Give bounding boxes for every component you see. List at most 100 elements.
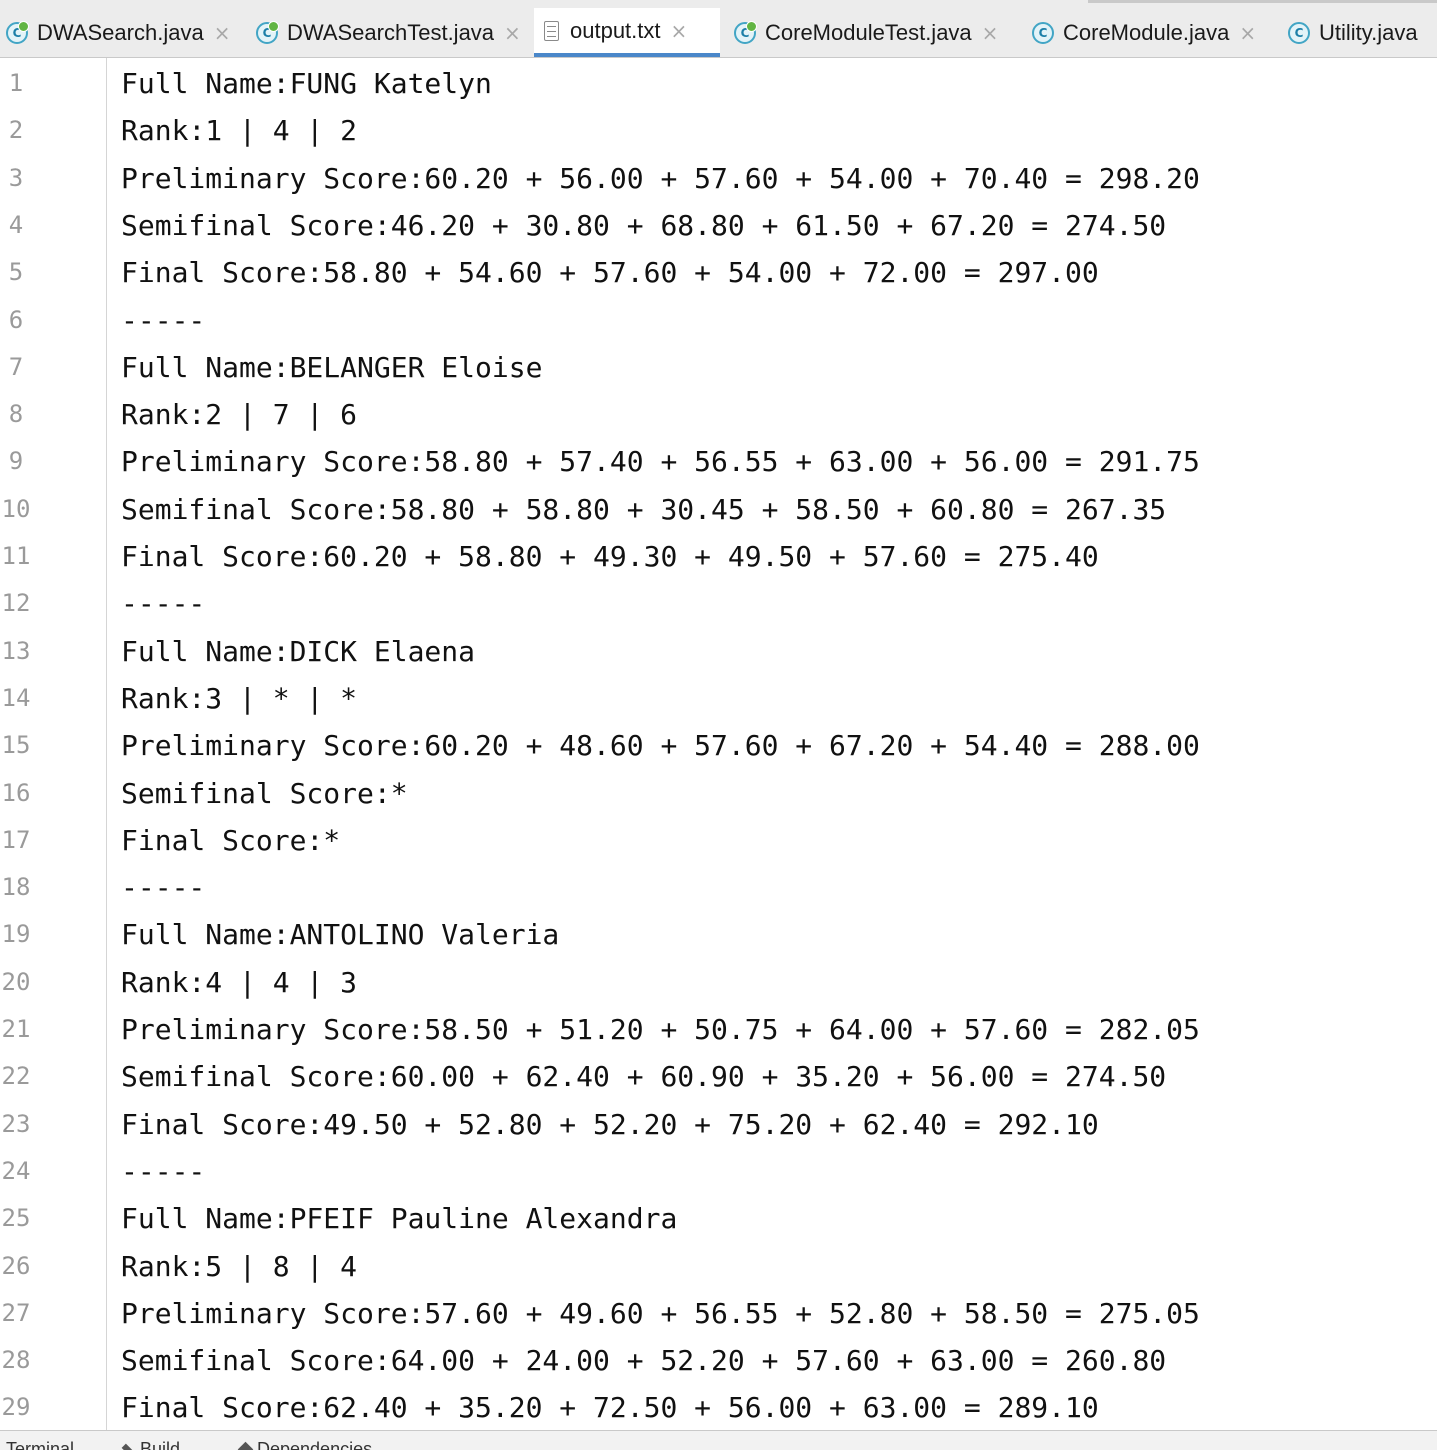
- tab-label: CoreModuleTest.java: [765, 19, 972, 45]
- line-number: 3: [8, 163, 24, 192]
- line-text: Preliminary Score:58.50 + 51.20 + 50.75 …: [121, 1013, 1200, 1046]
- text-file-icon: [544, 20, 559, 41]
- tab-label: Utility.java: [1319, 19, 1418, 45]
- line-text: Final Score:60.20 + 58.80 + 49.30 + 49.5…: [121, 540, 1099, 573]
- line-text: Final Score:58.80 + 54.60 + 57.60 + 54.0…: [121, 256, 1099, 290]
- java-class-icon: C: [256, 20, 279, 44]
- editor-line[interactable]: 8 Rank:2 | 7 | 6: [0, 391, 1437, 438]
- editor-line[interactable]: 27 Preliminary Score:57.60 + 49.60 + 56.5…: [0, 1290, 1437, 1337]
- line-number: 27: [1, 1298, 31, 1327]
- line-number: 5: [8, 258, 24, 287]
- editor-line[interactable]: 19 Full Name:ANTOLINO Valeria: [0, 911, 1437, 958]
- line-text: Rank:4 | 4 | 3: [121, 965, 358, 999]
- dependencies-tool-button[interactable]: Dependencies: [237, 1439, 372, 1450]
- editor-line[interactable]: 13 Full Name:DICK Elaena: [0, 628, 1437, 675]
- tab-dwasearchtest-java[interactable]: C DWASearchTest.java ×: [250, 8, 530, 57]
- line-number: 29: [1, 1393, 31, 1422]
- line-text: Preliminary Score:60.20 + 48.60 + 57.60 …: [121, 729, 1200, 763]
- line-number: 23: [1, 1109, 31, 1138]
- line-text: -----: [121, 1154, 206, 1188]
- close-icon[interactable]: ×: [982, 21, 999, 45]
- editor-line[interactable]: 9 Preliminary Score:58.80 + 57.40 + 56.55…: [0, 438, 1437, 485]
- line-number: 13: [1, 636, 31, 665]
- editor-line[interactable]: 12 -----: [0, 580, 1437, 627]
- tab-coremoduletest-java[interactable]: C CoreModuleTest.java ×: [728, 8, 1018, 57]
- tab-utility-java[interactable]: C Utility.java: [1282, 8, 1437, 57]
- tab-label: CoreModule.java: [1063, 19, 1230, 45]
- editor-line[interactable]: 2 Rank:1 | 4 | 2: [0, 107, 1437, 154]
- java-class-icon: C: [6, 20, 29, 44]
- editor-line[interactable]: 11 Final Score:60.20 + 58.80 + 49.30 + 49…: [0, 533, 1437, 580]
- line-text: Full Name:FUNG Katelyn: [121, 67, 492, 100]
- line-number: 16: [1, 778, 31, 807]
- editor-line[interactable]: 29 Final Score:62.40 + 35.20 + 72.50 + 56…: [0, 1384, 1437, 1430]
- line-number: 19: [1, 920, 31, 949]
- editor-line[interactable]: 4 Semifinal Score:46.20 + 30.80 + 68.80 +…: [0, 202, 1437, 249]
- tab-dwasearch-java[interactable]: C DWASearch.java ×: [0, 8, 244, 57]
- line-number: 15: [1, 731, 31, 760]
- line-number: 8: [8, 400, 24, 429]
- editor-line[interactable]: 10 Semifinal Score:58.80 + 58.80 + 30.45 …: [0, 486, 1437, 533]
- line-text: Semifinal Score:58.80 + 58.80 + 30.45 + …: [121, 492, 1167, 526]
- line-text: Semifinal Score:46.20 + 30.80 + 68.80 + …: [121, 208, 1167, 242]
- editor-line[interactable]: 18 -----: [0, 864, 1437, 911]
- line-text: Rank:5 | 8 | 4: [121, 1249, 358, 1283]
- line-number: 18: [1, 873, 31, 902]
- editor-line[interactable]: 7 Full Name:BELANGER Eloise: [0, 344, 1437, 391]
- editor-line[interactable]: 26 Rank:5 | 8 | 4: [0, 1243, 1437, 1290]
- editor-line[interactable]: 15 Preliminary Score:60.20 + 48.60 + 57.6…: [0, 722, 1437, 769]
- close-icon[interactable]: ×: [1239, 21, 1256, 45]
- line-text: Full Name:PFEIF Pauline Alexandra: [121, 1202, 678, 1236]
- java-class-icon: C: [1288, 21, 1310, 44]
- close-icon[interactable]: ×: [214, 21, 231, 45]
- line-number: 14: [1, 683, 31, 712]
- line-text: -----: [121, 587, 206, 621]
- editor-line[interactable]: 14 Rank:3 | * | *: [0, 675, 1437, 722]
- tab-coremodule-java[interactable]: C CoreModule.java ×: [1026, 8, 1276, 57]
- editor-line[interactable]: 20 Rank:4 | 4 | 3: [0, 959, 1437, 1006]
- line-number: 7: [8, 352, 24, 381]
- terminal-label: Terminal: [6, 1439, 75, 1450]
- line-text: Semifinal Score:60.00 + 62.40 + 60.90 + …: [121, 1060, 1167, 1094]
- editor-line[interactable]: 24 -----: [0, 1148, 1437, 1195]
- line-number: 10: [1, 494, 31, 523]
- editor-line[interactable]: 16 Semifinal Score:*: [0, 770, 1437, 817]
- editor-line[interactable]: 17 Final Score:*: [0, 817, 1437, 864]
- line-number: 24: [1, 1156, 31, 1185]
- line-text: Full Name:ANTOLINO Valeria: [121, 918, 560, 952]
- line-number: 4: [8, 210, 24, 239]
- text-editor[interactable]: 1 Full Name:FUNG Katelyn 2 Rank:1 | 4 | 2 3 P…: [0, 58, 1437, 1430]
- line-number: 1: [8, 69, 24, 97]
- editor-line[interactable]: 6 -----: [0, 297, 1437, 344]
- tab-output-txt[interactable]: output.txt ×: [534, 8, 720, 57]
- close-icon[interactable]: ×: [504, 21, 521, 45]
- tab-label: output.txt: [570, 17, 661, 43]
- line-text: -----: [121, 871, 206, 905]
- editor-line[interactable]: 23 Final Score:49.50 + 52.80 + 52.20 + 75…: [0, 1101, 1437, 1148]
- editor-line[interactable]: 3 Preliminary Score:60.20 + 56.00 + 57.60…: [0, 155, 1437, 202]
- line-text: Final Score:62.40 + 35.20 + 72.50 + 56.0…: [121, 1391, 1099, 1425]
- tab-label: DWASearchTest.java: [287, 19, 495, 45]
- terminal-tool-button[interactable]: Terminal: [6, 1439, 74, 1450]
- editor-tab-bar: C DWASearch.java × C DWASearchTest.java …: [0, 0, 1437, 58]
- line-number: 26: [1, 1251, 31, 1280]
- line-number: 20: [1, 967, 31, 996]
- line-text: Rank:2 | 7 | 6: [121, 398, 358, 432]
- line-text: Semifinal Score:64.00 + 24.00 + 52.20 + …: [121, 1344, 1167, 1378]
- build-tool-button[interactable]: Build: [121, 1439, 180, 1450]
- editor-line[interactable]: 1 Full Name:FUNG Katelyn: [0, 60, 1437, 107]
- editor-line[interactable]: 28 Semifinal Score:64.00 + 24.00 + 52.20 …: [0, 1337, 1437, 1384]
- line-text: Final Score:*: [121, 823, 341, 857]
- editor-line[interactable]: 5 Final Score:58.80 + 54.60 + 57.60 + 54.…: [0, 249, 1437, 296]
- editor-line[interactable]: 22 Semifinal Score:60.00 + 62.40 + 60.90 …: [0, 1053, 1437, 1100]
- line-number: 21: [1, 1015, 31, 1043]
- java-class-icon: C: [734, 20, 757, 44]
- close-icon[interactable]: ×: [671, 19, 688, 43]
- line-text: Semifinal Score:*: [121, 776, 408, 810]
- line-text: Preliminary Score:58.80 + 57.40 + 56.55 …: [121, 445, 1200, 479]
- tool-window-bar: Terminal Build Dependencies: [0, 1430, 1437, 1450]
- editor-line[interactable]: 25 Full Name:PFEIF Pauline Alexandra: [0, 1195, 1437, 1242]
- tab-bar-scroll-indicator: [1088, 0, 1437, 3]
- line-text: Preliminary Score:60.20 + 56.00 + 57.60 …: [121, 161, 1200, 195]
- editor-line[interactable]: 21 Preliminary Score:58.50 + 51.20 + 50.7…: [0, 1006, 1437, 1053]
